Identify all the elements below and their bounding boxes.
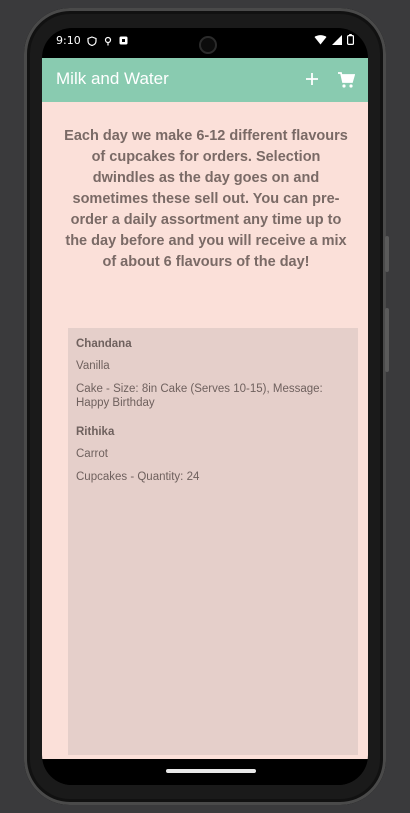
location-icon	[104, 36, 111, 45]
add-button[interactable]	[298, 65, 326, 93]
home-indicator[interactable]	[166, 769, 256, 773]
app-bar: Milk and Water	[42, 58, 368, 102]
phone-frame: 9:10 Milk and Water Each day we make 6-1…	[24, 8, 389, 805]
signal-icon	[332, 34, 342, 45]
order-details: Cupcakes - Quantity: 24	[76, 471, 200, 483]
orders-panel: Chandana Vanilla Cake - Size: 8in Cake (…	[68, 328, 358, 755]
navigation-bar	[42, 759, 368, 785]
plus-icon	[306, 73, 318, 85]
main-content: Each day we make 6-12 different flavours…	[42, 102, 368, 759]
app-title: Milk and Water	[56, 69, 169, 88]
power-button	[385, 308, 389, 372]
volume-button	[385, 236, 389, 272]
status-time: 9:10	[56, 34, 81, 47]
front-camera	[199, 36, 217, 54]
order-customer-name: Chandana	[76, 338, 132, 350]
order-flavour: Vanilla	[76, 360, 110, 372]
cart-button[interactable]	[332, 66, 360, 94]
cart-icon	[338, 72, 355, 88]
order-customer-name: Rithika	[76, 426, 115, 438]
order-flavour: Carrot	[76, 448, 108, 460]
order-item[interactable]: Chandana Vanilla Cake - Size: 8in Cake (…	[76, 338, 354, 419]
wifi-icon	[314, 34, 327, 44]
order-details: Cake - Size: 8in Cake (Serves 10-15), Me…	[76, 383, 323, 409]
battery-icon	[347, 34, 354, 45]
intro-text: Each day we make 6-12 different flavours…	[64, 128, 348, 270]
phone-screen: 9:10 Milk and Water Each day we make 6-1…	[42, 28, 368, 785]
order-item[interactable]: Rithika Carrot Cupcakes - Quantity: 24	[76, 426, 354, 493]
shield-icon	[87, 35, 97, 46]
notification-icon	[119, 36, 128, 45]
